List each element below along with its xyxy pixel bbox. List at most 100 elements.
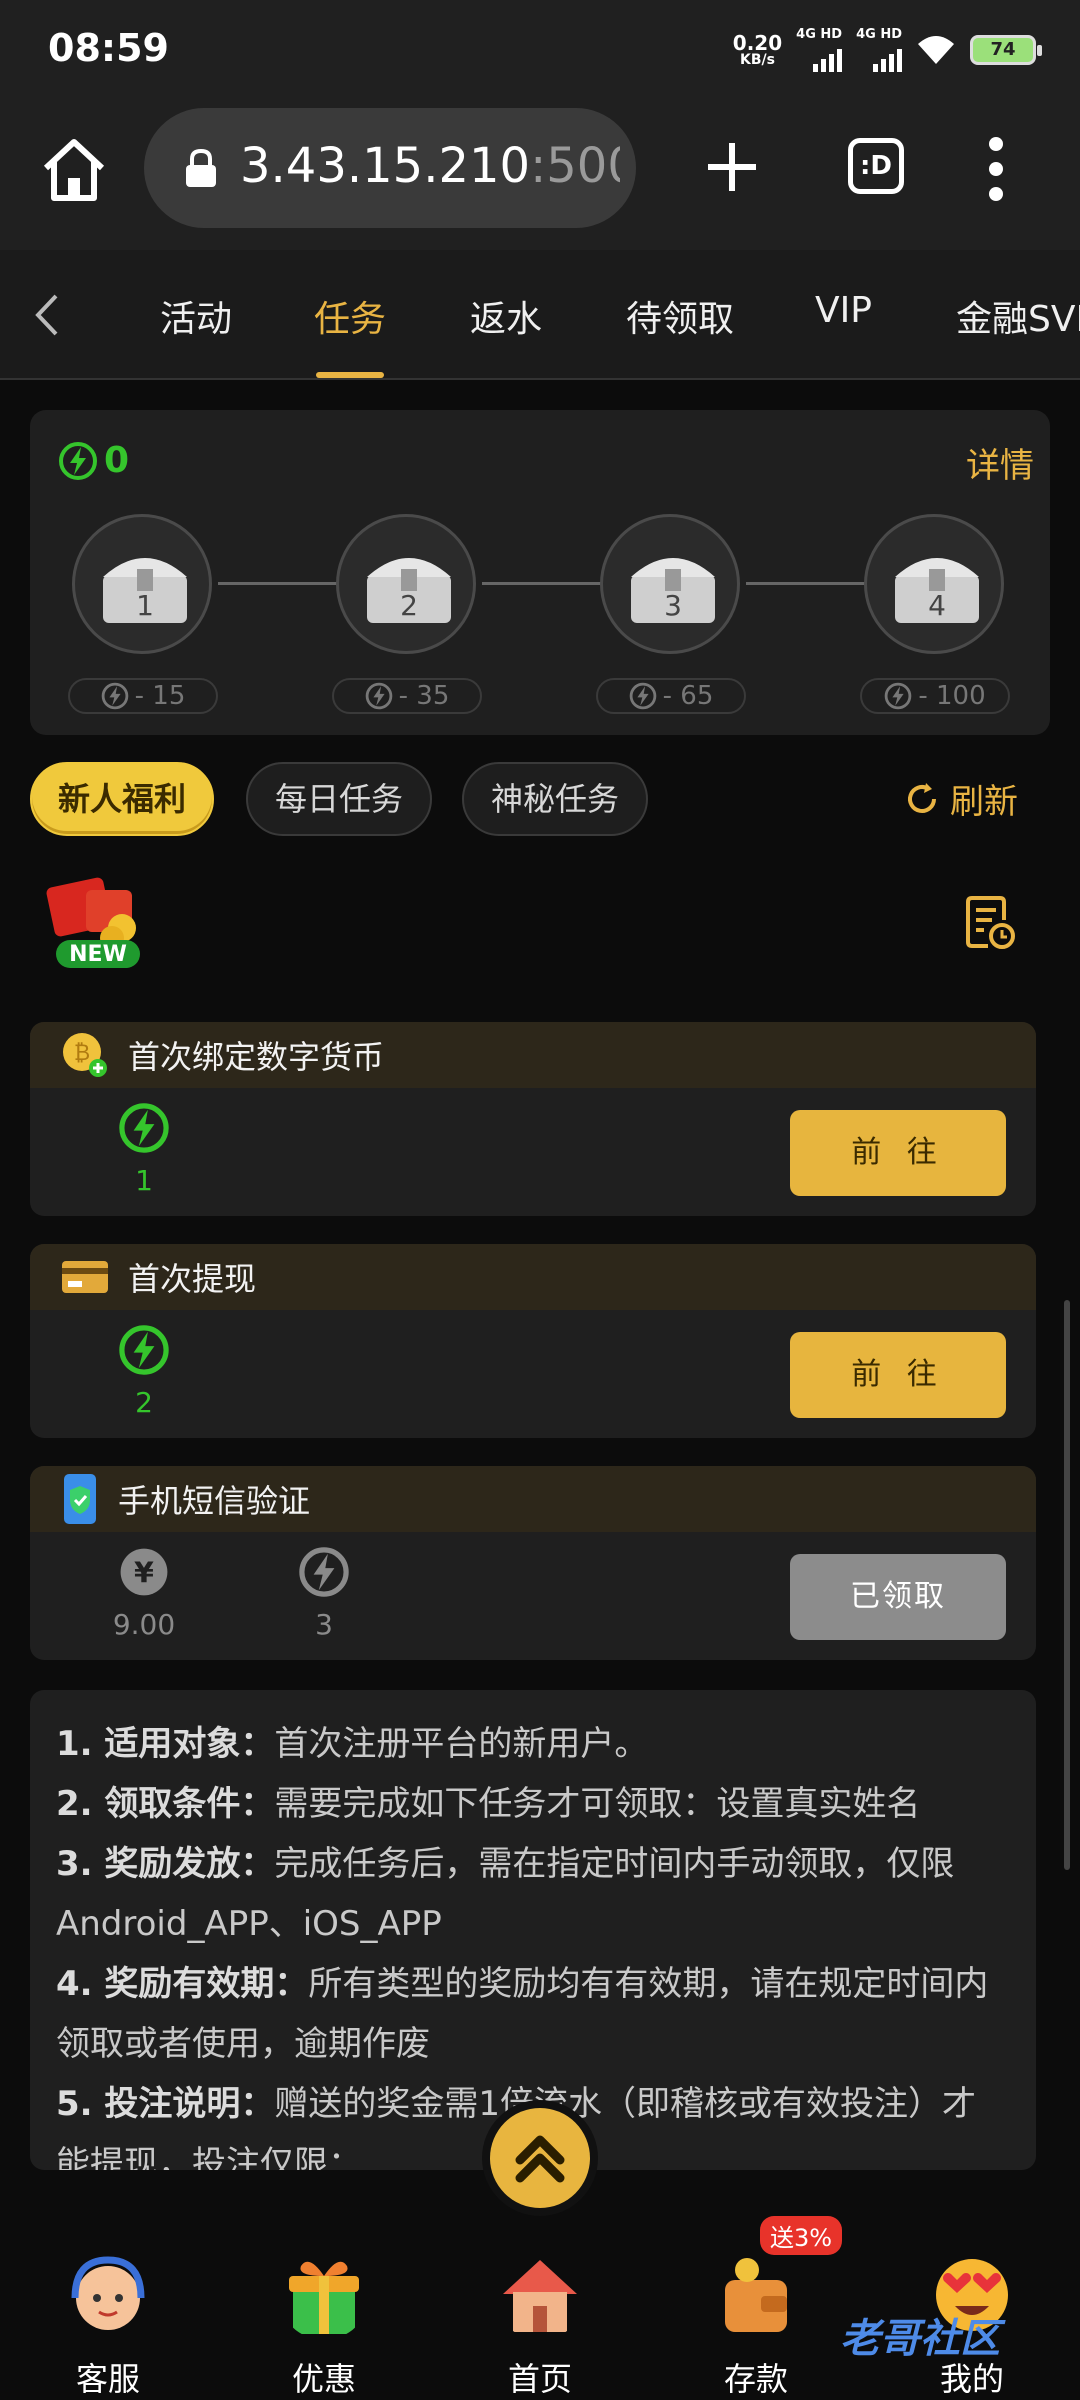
status-indicators: 0.20 KB/s 4G HD 4G HD 74 [733,28,1042,72]
nav-home[interactable]: 首页 [470,2250,610,2400]
home-house-icon [503,2260,577,2332]
network-speed: 0.20 KB/s [733,33,782,67]
energy-icon [119,1103,169,1153]
chest-cost: - 35 [332,678,482,714]
task-card-bind-crypto: ₿ 首次绑定数字货币 1 前 往 [30,1022,1036,1216]
task-history-icon[interactable] [964,894,1016,950]
rule-text: 需要完成如下任务才可领取：设置真实姓名 [274,1784,921,1824]
nav-customer-service[interactable]: 客服 [38,2250,178,2400]
nav-promotions[interactable]: 优惠 [254,2250,394,2400]
task-body: ¥ 9.00 3 已领取 [30,1532,1036,1660]
energy-reward-value: 3 [315,1608,333,1641]
status-bar: 08:59 0.20 KB/s 4G HD 4G HD 74 [0,0,1080,100]
status-time: 08:59 [48,26,169,70]
chest-cost-value: - 100 [918,681,986,711]
address-bar[interactable]: 3.43.15.210:5002 [144,108,636,228]
task-body: 1 前 往 [30,1088,1036,1216]
nav-label: 优惠 [291,2360,356,2398]
phone-shield-icon [64,1474,96,1524]
tab-activity[interactable]: 活动 [160,290,232,342]
browser-toolbar: 3.43.15.210:5002 :D [0,100,1080,250]
yuan-coin-icon: ¥ [120,1548,168,1596]
refresh-button[interactable]: 刷新 [902,774,1018,823]
energy-icon [365,682,392,710]
chest-number: 4 [928,589,946,622]
url-port: :5002 [530,138,620,194]
deposit-promo-badge: 送3% [760,2216,843,2255]
scroll-top-button[interactable] [490,2108,590,2208]
energy-balance: 0 [58,440,129,481]
svg-text:₿: ₿ [74,1041,90,1066]
task-card-sms-verification: 手机短信验证 ¥ 9.00 3 已领取 [30,1466,1036,1660]
treasure-chest-2[interactable]: 2 [336,514,476,654]
rule-item: 1. 适用对象：首次注册平台的新用户。 [56,1714,1010,1774]
energy-value: 0 [104,440,130,481]
more-menu-icon[interactable] [986,134,1006,204]
task-title: 首次绑定数字货币 [128,1038,385,1076]
chest-cost: - 100 [860,678,1010,714]
category-nav: 活动 任务 返水 待领取 VIP 金融SVI [0,250,1080,380]
url-text: 3.43.15.210:5002 [240,138,620,194]
signal-label-2: 4G HD [856,27,902,42]
energy-reward: 1 [84,1102,204,1197]
url-host: 3.43.15.210 [240,138,531,194]
signal-icon-2: 4G HD [856,28,902,72]
home-icon[interactable] [40,136,108,204]
battery-icon: 74 [970,35,1042,65]
chest-number: 2 [400,589,418,622]
chest-cost: - 65 [596,678,746,714]
rule-heading: 3. 奖励发放： [56,1844,275,1884]
tab-finance[interactable]: 金融SVI [956,290,1080,342]
task-header: 首次提现 [30,1244,1036,1310]
card-icon [62,1261,108,1293]
go-button[interactable]: 前 往 [790,1332,1006,1418]
customer-service-icon [71,2256,145,2330]
new-gift-badge-icon: NEW [46,877,140,968]
wallet-icon [725,2258,787,2332]
task-card-first-withdrawal: 首次提现 2 前 往 [30,1244,1036,1438]
wifi-icon [918,36,954,64]
task-header: 手机短信验证 [30,1466,1036,1532]
chest-cost-value: - 35 [398,681,450,711]
nav-label: 存款 [723,2360,788,2398]
network-speed-value: 0.20 [732,31,783,55]
scrollbar[interactable] [1064,1300,1070,1870]
task-title: 首次提现 [128,1260,257,1298]
active-tab-indicator [316,372,384,378]
treasure-chest-1[interactable]: 1 [72,514,212,654]
chevron-left-icon[interactable] [28,292,68,338]
refresh-icon [908,782,936,813]
tab-mystery-tasks[interactable]: 神秘任务 [462,762,648,836]
go-button[interactable]: 前 往 [790,1110,1006,1196]
treasure-chest-4[interactable]: 4 [864,514,1004,654]
details-link[interactable]: 详情 [966,438,1034,487]
signal-icon: 4G HD [796,28,843,72]
svg-text:¥: ¥ [134,1555,154,1589]
network-speed-unit: KB/s [739,52,775,68]
nav-deposit[interactable]: 存款 [686,2250,826,2400]
coin-icon: ₿ [63,1033,107,1077]
rule-item: 3. 奖励发放：完成任务后，需在指定时间内手动领取，仅限Android_APP、… [56,1834,1010,1954]
new-badge-text: NEW [69,942,127,967]
treasure-chest-3[interactable]: 3 [600,514,740,654]
rule-heading: 4. 奖励有效期： [56,1964,309,2004]
chest-cost: - 15 [68,678,218,714]
task-body: 2 前 往 [30,1310,1036,1438]
tab-pending[interactable]: 待领取 [626,290,734,342]
tab-tasks[interactable]: 任务 [314,290,386,342]
energy-icon [101,682,128,710]
tab-rebate[interactable]: 返水 [470,290,542,342]
new-tab-icon[interactable] [700,135,764,199]
money-reward: ¥ 9.00 [84,1546,204,1641]
rule-item: 2. 领取条件：需要完成如下任务才可领取：设置真实姓名 [56,1774,1010,1834]
chest-cost-value: - 65 [662,681,714,711]
claimed-button[interactable]: 已领取 [790,1554,1006,1640]
energy-reward-value: 1 [135,1164,153,1197]
tabs-button[interactable]: :D [848,138,904,194]
task-title: 手机短信验证 [118,1482,311,1520]
tab-daily-tasks[interactable]: 每日任务 [246,762,432,836]
rule-item: 4. 奖励有效期：所有类型的奖励均有有效期，请在规定时间内领取或者使用，逾期作废 [56,1954,1010,2074]
tab-newcomer-benefits[interactable]: 新人福利 [30,762,214,836]
energy-reward-value: 2 [135,1386,153,1419]
tab-vip[interactable]: VIP [815,290,872,331]
